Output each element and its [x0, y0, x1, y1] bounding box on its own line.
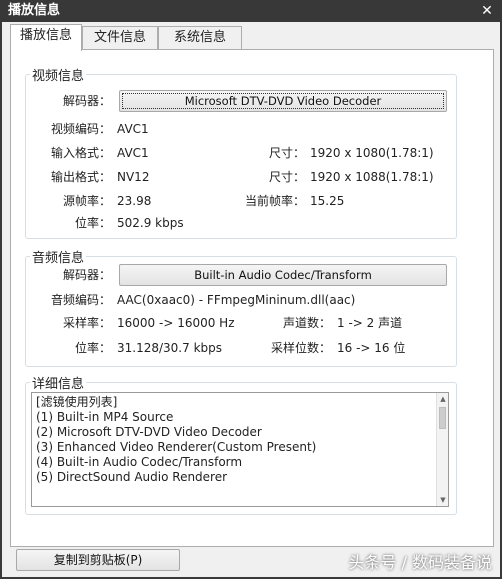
listbox-scrollbar[interactable]: ▲ ▼ [436, 393, 448, 506]
audio-channels-label: 声道数： [282, 316, 331, 330]
video-output-size-value: 1920 x 1088(1.78:1) [310, 170, 434, 184]
filter-listbox[interactable]: [滤镜使用列表] (1) Built-in MP4 Source (2) Mic… [31, 392, 449, 507]
video-cur-fps-value: 15.25 [310, 194, 345, 208]
audio-codec-value: AAC(0xaac0) - FFmpegMininum.dll(aac) [117, 293, 356, 307]
tab-system-info[interactable]: 系统信息 [158, 26, 242, 50]
video-src-fps-label: 源帧率： [62, 194, 111, 208]
audio-codec-label: 音频编码： [50, 293, 111, 307]
video-output-size-label: 尺寸： [268, 170, 305, 184]
audio-bits-value: 16 -> 16 位 [337, 341, 406, 355]
video-src-fps-value: 23.98 [117, 194, 152, 208]
list-item[interactable]: [滤镜使用列表] [36, 395, 117, 410]
list-item[interactable]: (2) Microsoft DTV-DVD Video Decoder [36, 425, 262, 440]
audio-bitrate-label: 位率： [74, 341, 111, 355]
dialog-client: 播放信息 文件信息 系统信息 视频信息 解码器： Microsoft DTV-D… [2, 22, 500, 577]
video-input-format-value: AVC1 [117, 146, 149, 160]
tab-file-info[interactable]: 文件信息 [82, 26, 158, 50]
list-item[interactable]: (5) DirectSound Audio Renderer [36, 470, 227, 485]
audio-decoder-button[interactable]: Built-in Audio Codec/Transform [119, 264, 447, 286]
list-item[interactable]: (4) Built-in Audio Codec/Transform [36, 455, 242, 470]
video-input-size-label: 尺寸： [268, 146, 305, 160]
watermark-text: 头条号 / 数码装备说 [348, 553, 492, 572]
video-decoder-label: 解码器： [62, 94, 111, 108]
list-item[interactable]: (3) Enhanced Video Renderer(Custom Prese… [36, 440, 316, 455]
tab-panel-playback: 视频信息 解码器： Microsoft DTV-DVD Video Decode… [10, 49, 494, 547]
tab-playback-info[interactable]: 播放信息 [10, 24, 82, 51]
scroll-down-icon[interactable]: ▼ [437, 494, 448, 506]
video-input-size-value: 1920 x 1080(1.78:1) [310, 146, 434, 160]
video-codec-value: AVC1 [117, 122, 149, 136]
video-input-format-label: 输入格式： [50, 146, 111, 160]
window-title: 播放信息 [8, 3, 61, 18]
audio-channels-value: 1 -> 2 声道 [337, 316, 403, 330]
video-decoder-button[interactable]: Microsoft DTV-DVD Video Decoder [119, 90, 447, 112]
video-bitrate-value: 502.9 kbps [117, 216, 184, 230]
video-codec-label: 视频编码： [50, 122, 111, 136]
audio-samplerate-value: 16000 -> 16000 Hz [117, 316, 235, 330]
video-cur-fps-label: 当前帧率： [244, 194, 305, 208]
list-item[interactable]: (1) Built-in MP4 Source [36, 410, 173, 425]
audio-bitrate-value: 31.128/30.7 kbps [117, 341, 222, 355]
scroll-up-icon[interactable]: ▲ [437, 393, 448, 405]
audio-decoder-label: 解码器： [62, 268, 111, 282]
details-legend: 详细信息 [32, 377, 85, 392]
audio-samplerate-label: 采样率： [62, 316, 111, 330]
window-titlebar[interactable]: 播放信息 ✕ [0, 0, 502, 22]
audio-info-legend: 音频信息 [32, 251, 85, 266]
close-icon[interactable]: ✕ [478, 2, 496, 20]
video-output-format-value: NV12 [117, 170, 150, 184]
video-info-legend: 视频信息 [32, 69, 85, 84]
scroll-thumb[interactable] [439, 407, 446, 429]
video-output-format-label: 输出格式： [50, 170, 111, 184]
audio-bits-label: 采样位数： [270, 341, 331, 355]
copy-to-clipboard-button[interactable]: 复制到剪贴板(P) [16, 549, 180, 571]
video-bitrate-label: 位率： [74, 216, 111, 230]
